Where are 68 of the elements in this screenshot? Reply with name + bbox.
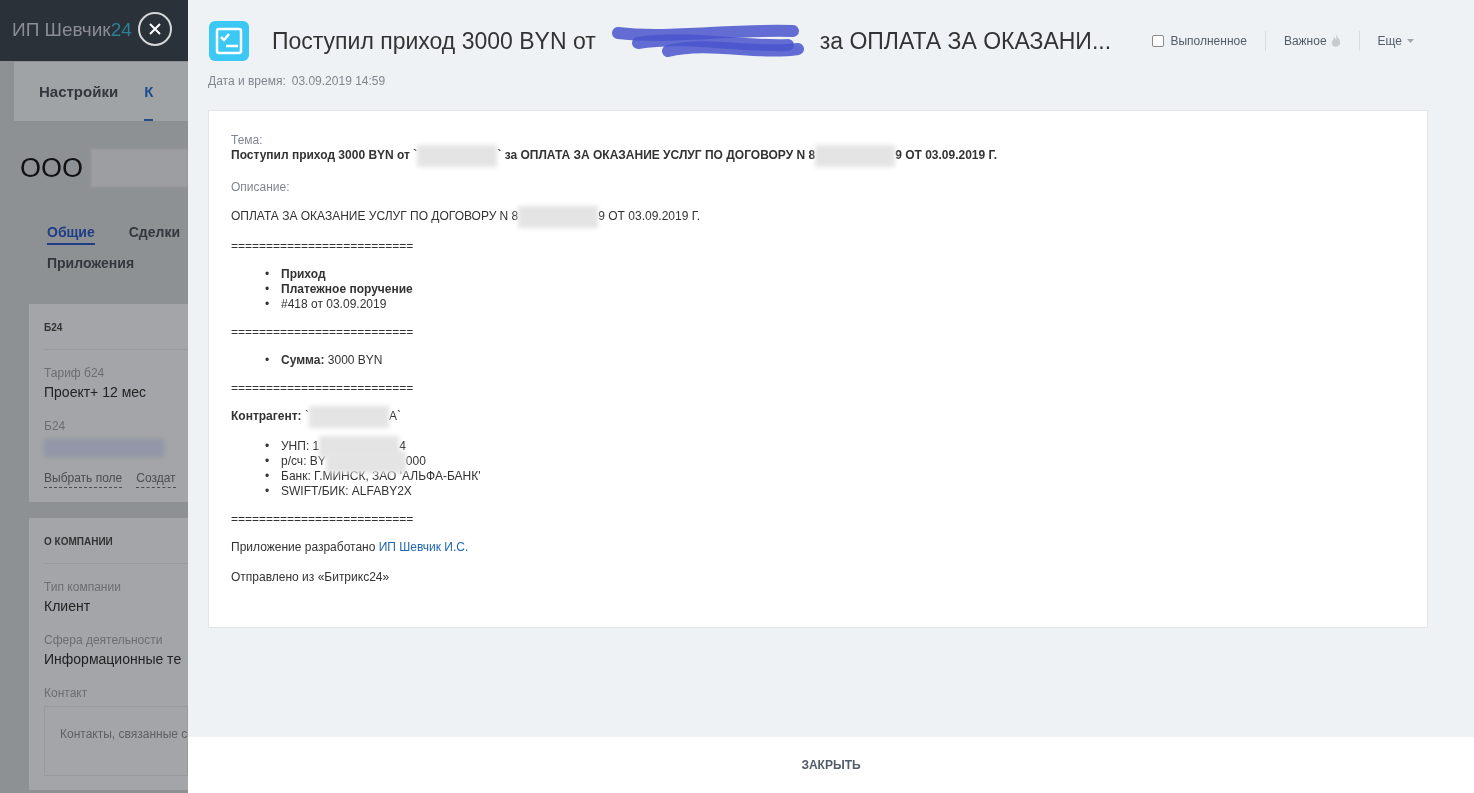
field-value: Клиент — [44, 597, 92, 616]
logo-text: ИП Шевчик — [12, 18, 111, 43]
message-text: 9 ОТ 03.09.2019 Г. — [598, 209, 701, 224]
list-item-text: Банк: Г.МИНСК, ЗАО 'АЛЬФА-БАНК' — [281, 469, 481, 484]
list-item-text: р/сч: BY — [281, 454, 326, 469]
bullet: • — [265, 484, 271, 499]
description-label: Описание: — [231, 180, 290, 195]
subject-text: Поступил приход 3000 BYN от ` — [231, 148, 418, 163]
more-button[interactable]: Еще — [1377, 32, 1414, 50]
completed-checkbox[interactable]: Выполненное — [1152, 32, 1247, 50]
message-text: ` — [303, 409, 309, 424]
author-link[interactable]: ИП Шевчик И.С. — [378, 540, 469, 555]
bullet: • — [265, 454, 271, 469]
bullet: • — [265, 439, 271, 454]
field-value: Проект+ 12 мес — [44, 383, 148, 402]
close-button[interactable] — [138, 12, 172, 46]
message-text: ОПЛАТА ЗА ОКАЗАНИЕ УСЛУГ ПО ДОГОВОРУ N 8 — [231, 209, 519, 224]
list-item-text: Приход — [281, 267, 326, 282]
dashed-link[interactable]: Создат — [136, 469, 176, 488]
bullet: • — [265, 353, 271, 368]
separator-text: ========================== — [231, 239, 414, 254]
dashed-link[interactable]: Выбрать поле — [44, 469, 123, 488]
separator-text: ========================== — [231, 325, 414, 340]
list-item-text: 000 — [405, 454, 426, 469]
caret-icon — [1407, 39, 1414, 43]
section-tab[interactable]: Общие — [47, 222, 95, 245]
message-text: А` — [388, 409, 401, 424]
field-label: Тариф б24 — [44, 365, 106, 382]
field-label: Контакт — [44, 685, 89, 702]
subject-text: ` за ОПЛАТА ЗА ОКАЗАНИЕ УСЛУГ ПО ДОГОВОРУ N 8 — [497, 148, 816, 163]
task-icon — [208, 20, 250, 62]
list-item-text: УНП: 1 — [281, 439, 320, 454]
list-item-text: Сумма: — [281, 353, 325, 368]
list-item-text: #418 от 03.09.2019 — [281, 297, 387, 312]
message-text: Контрагент: — [231, 409, 302, 424]
message-text: Отправлено из «Битрикс24» — [231, 570, 390, 585]
important-button[interactable]: Важное — [1283, 32, 1341, 50]
bullet: • — [265, 267, 271, 282]
field-value: Информационные те — [44, 650, 183, 669]
flame-icon — [1330, 34, 1341, 48]
close-panel-button[interactable]: ЗАКРЫТЬ — [785, 748, 877, 782]
company-title: ООО — [20, 151, 83, 185]
subject-text: 9 ОТ 03.09.2019 Г. — [895, 148, 998, 163]
list-item-text: 4 — [399, 439, 406, 454]
section-tab[interactable]: Сделки — [128, 222, 181, 245]
close-icon — [149, 23, 161, 35]
bullet: • — [265, 469, 271, 484]
subject-label: Тема: — [231, 133, 263, 148]
list-item-text: 3000 BYN — [326, 353, 383, 368]
separator-text: ========================== — [231, 381, 414, 396]
list-item-text: SWIFT/БИК: ALFABY2X — [281, 484, 412, 499]
field-label: Сфера деятельности — [44, 632, 164, 649]
datetime-value: 03.09.2019 14:59 — [291, 73, 386, 90]
field-label: Б24 — [44, 418, 67, 435]
top-tab[interactable]: Настройки — [39, 80, 119, 121]
panel-title: Поступил приход 3000 BYN от — [272, 26, 596, 56]
datetime-label: Дата и время: — [208, 73, 286, 90]
message-text: Приложение разработано — [231, 540, 377, 555]
logo-number: 24 — [110, 18, 132, 43]
bullet: • — [265, 297, 271, 312]
field-label: Тип компании — [44, 579, 122, 596]
contact-hint: Контакты, связанные с — [60, 727, 188, 741]
separator-text: ========================== — [231, 512, 414, 527]
list-item-text: Платежное поручение — [281, 282, 413, 297]
panel-title: за ОПЛАТА ЗА ОКАЗАНИ... — [819, 26, 1112, 56]
top-tab[interactable]: К — [144, 80, 154, 121]
bullet: • — [265, 282, 271, 297]
section-tab[interactable]: Приложения — [47, 253, 135, 276]
